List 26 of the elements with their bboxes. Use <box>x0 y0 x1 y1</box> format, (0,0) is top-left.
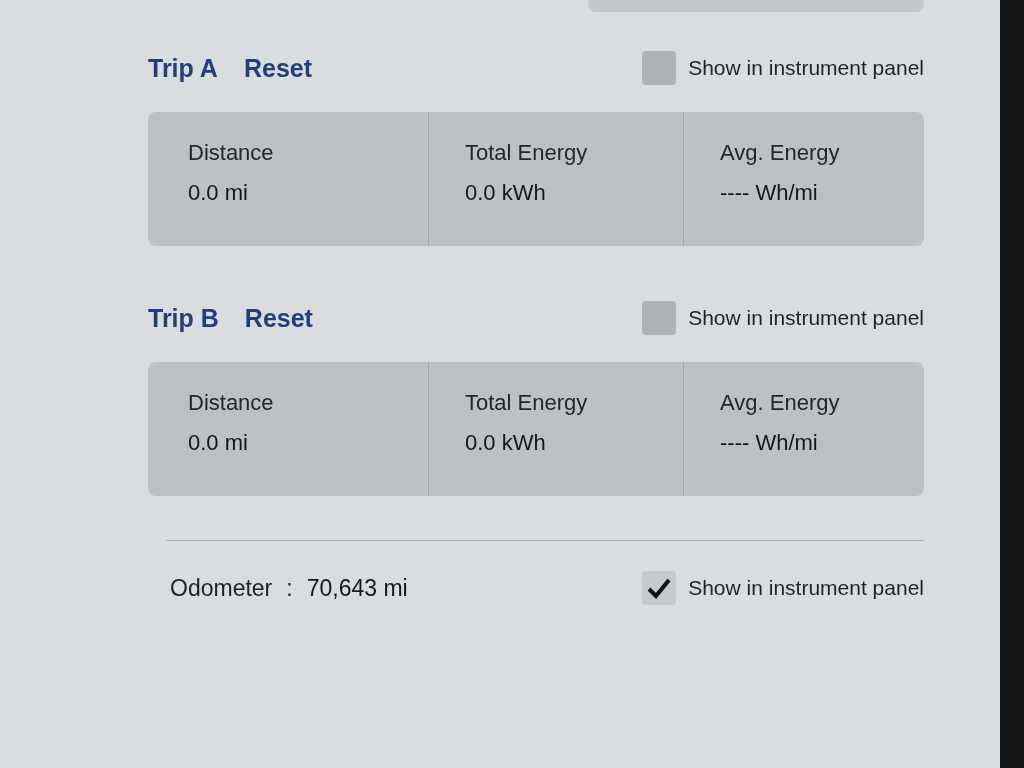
stat-label: Avg. Energy <box>720 140 841 166</box>
stat-value: 0.0 kWh <box>465 430 547 456</box>
stat-value: 0.0 mi <box>188 180 249 206</box>
separator: : <box>286 574 293 602</box>
check-icon <box>647 577 672 599</box>
stat-value: 0.0 mi <box>188 430 249 456</box>
checkbox-label: Show in instrument panel <box>688 576 924 600</box>
reset-button[interactable]: Reset <box>243 53 312 83</box>
stat-label: Distance <box>188 140 275 166</box>
stat-value: 0.0 kWh <box>465 180 547 206</box>
checkbox-label: Show in instrument panel <box>688 56 924 80</box>
odometer-value: 70,643 mi <box>306 574 408 602</box>
stat-label: Avg. Energy <box>720 390 841 416</box>
stat-label: Total Energy <box>465 140 589 166</box>
trip-title: Trip B <box>148 303 219 333</box>
checkbox[interactable] <box>642 51 677 85</box>
stat-value: ---- Wh/mi <box>720 180 819 206</box>
stat-label: Distance <box>188 390 275 416</box>
checkbox[interactable] <box>642 301 677 335</box>
checkbox-label: Show in instrument panel <box>688 306 924 330</box>
odometer-label: Odometer <box>170 574 273 602</box>
stat-label: Total Energy <box>465 390 589 416</box>
checkbox[interactable] <box>642 571 677 605</box>
trip-title: Trip A <box>148 53 218 83</box>
stat-value: ---- Wh/mi <box>720 430 819 456</box>
reset-button[interactable]: Reset <box>244 303 313 333</box>
